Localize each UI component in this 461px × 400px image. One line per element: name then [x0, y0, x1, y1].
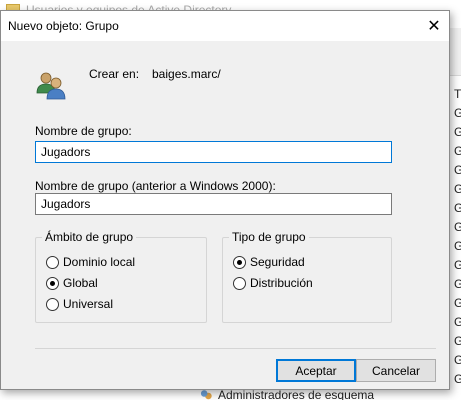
close-icon[interactable]: ✕: [419, 11, 449, 41]
background-list-item-glyph: G: [454, 258, 461, 272]
background-list-item-glyph: G: [454, 163, 461, 177]
cancel-button[interactable]: Cancelar: [356, 359, 436, 382]
background-list-item-glyph: G: [454, 315, 461, 329]
background-list-item-glyph: G: [454, 182, 461, 196]
background-list-item-glyph: G: [454, 144, 461, 158]
radio-button[interactable]: [233, 276, 246, 290]
group-name-pre2000-input[interactable]: [35, 193, 392, 215]
group-scope-box: Ámbito de grupo Dominio local Global Uni…: [35, 230, 207, 323]
scope-option-universal[interactable]: Universal: [46, 296, 113, 312]
group-icon: [200, 390, 212, 400]
type-option-label: Distribución: [250, 276, 313, 290]
group-name-pre2000-label: Nombre de grupo (anterior a Windows 2000…: [35, 179, 276, 193]
scope-option-label: Global: [63, 276, 98, 290]
background-list-item-glyph: G: [454, 296, 461, 310]
radio-button[interactable]: [46, 276, 59, 290]
background-list-item-glyph: G: [454, 239, 461, 253]
background-list-item-glyph: T: [454, 87, 461, 101]
group-name-label: Nombre de grupo:: [35, 124, 132, 138]
scope-option-global[interactable]: Global: [46, 275, 98, 291]
create-in-value: baiges.marc/: [152, 67, 221, 81]
scope-option-domain-local[interactable]: Dominio local: [46, 254, 135, 270]
radio-button[interactable]: [46, 255, 59, 269]
dialog-title: Nuevo objeto: Grupo: [8, 19, 119, 33]
group-users-icon: [36, 72, 66, 100]
radio-button[interactable]: [233, 255, 246, 269]
type-option-security[interactable]: Seguridad: [233, 254, 305, 270]
type-option-distribution[interactable]: Distribución: [233, 275, 313, 291]
background-list-item-glyph: G: [454, 220, 461, 234]
new-group-dialog: Nuevo objeto: Grupo ✕ Crear en: baiges.m…: [0, 10, 450, 390]
group-type-box: Tipo de grupo Seguridad Distribución: [222, 230, 392, 323]
background-list-item-glyph: G: [454, 201, 461, 215]
radio-button[interactable]: [46, 297, 59, 311]
background-list-item-glyph: G: [454, 334, 461, 348]
create-in-label: Crear en:: [89, 67, 140, 81]
scope-option-label: Dominio local: [63, 255, 136, 269]
background-list-item-glyph: G: [454, 353, 461, 367]
background-list-item-glyph: G: [454, 277, 461, 291]
group-name-input[interactable]: [35, 141, 392, 163]
type-option-label: Seguridad: [250, 255, 305, 269]
scope-option-label: Universal: [63, 297, 114, 311]
ok-button[interactable]: Aceptar: [276, 359, 356, 382]
background-list-item-glyph: G: [454, 125, 461, 139]
background-list-item-glyph: G: [454, 106, 461, 120]
group-scope-legend: Ámbito de grupo: [42, 230, 137, 244]
background-list-pane: TGGGGGGGGGGGGGGG: [452, 78, 461, 400]
dialog-separator: [35, 348, 436, 349]
dialog-titlebar[interactable]: Nuevo objeto: Grupo ✕: [1, 11, 449, 41]
background-list-item-glyph: G: [454, 372, 461, 386]
group-type-legend: Tipo de grupo: [229, 230, 309, 244]
